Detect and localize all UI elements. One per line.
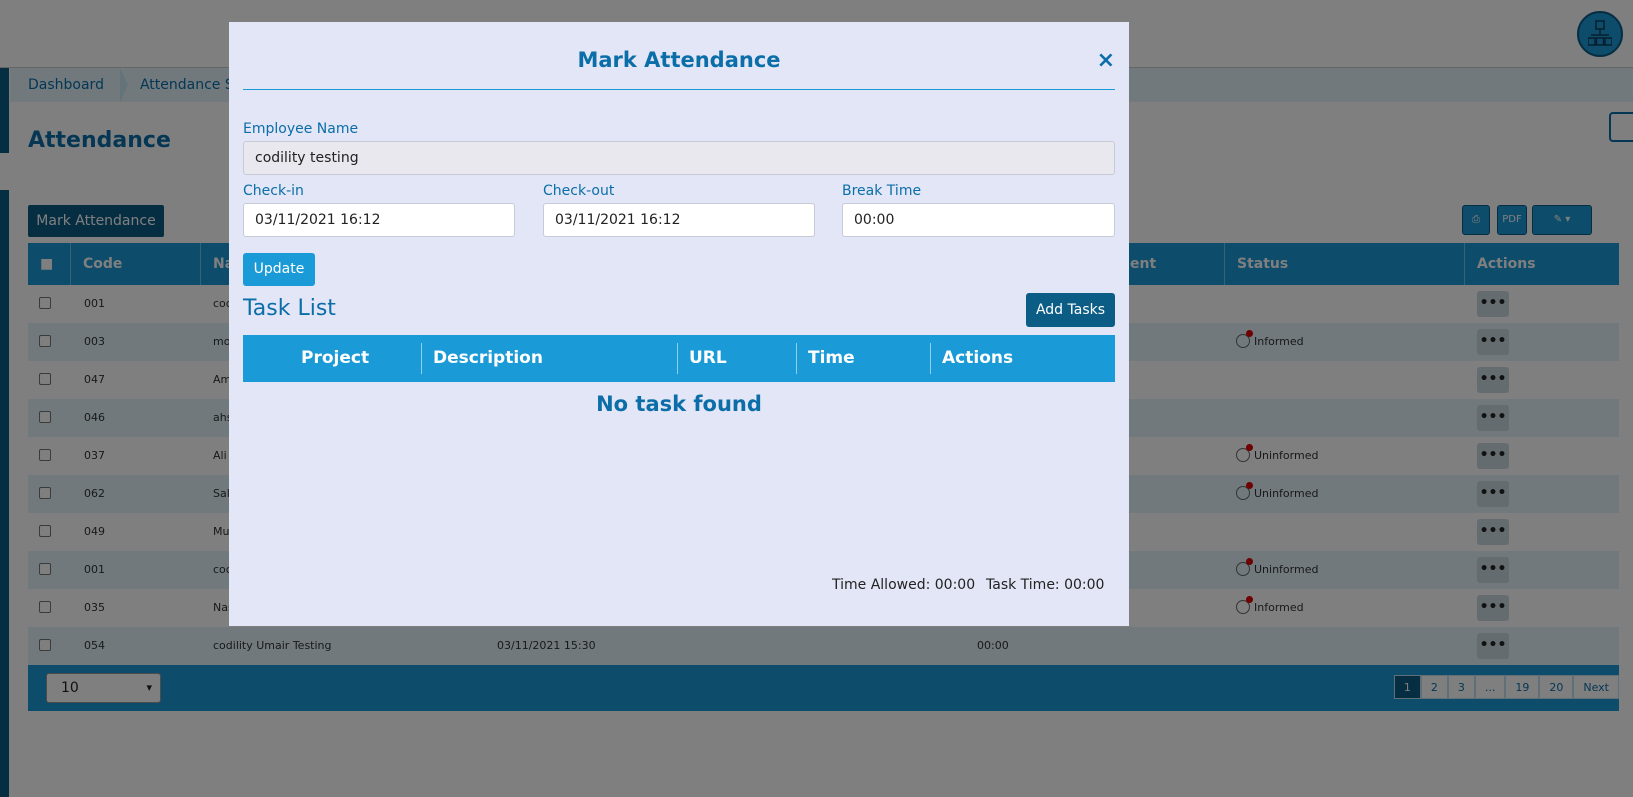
- checkout-field[interactable]: 03/11/2021 16:12: [543, 203, 815, 237]
- modal-divider: [243, 89, 1115, 90]
- task-list-title: Task List: [243, 296, 336, 321]
- checkout-label: Check-out: [543, 183, 615, 199]
- no-task-message: No task found: [596, 392, 762, 416]
- checkin-label: Check-in: [243, 183, 304, 199]
- modal-title: Mark Attendance: [577, 48, 781, 72]
- checkin-field[interactable]: 03/11/2021 16:12: [243, 203, 515, 237]
- task-column-time: Time: [808, 348, 855, 368]
- task-time: Task Time: 00:00: [986, 577, 1105, 593]
- task-column-project: Project: [301, 348, 370, 368]
- close-icon[interactable]: ×: [1097, 48, 1115, 73]
- task-column-description: Description: [433, 348, 543, 368]
- task-column-url: URL: [689, 348, 727, 368]
- task-column-actions: Actions: [942, 348, 1014, 368]
- update-button[interactable]: Update: [243, 253, 315, 286]
- break-time-field[interactable]: 00:00: [842, 203, 1115, 237]
- mark-attendance-modal: Mark Attendance × Employee Name codility…: [229, 22, 1129, 626]
- add-tasks-button[interactable]: Add Tasks: [1026, 293, 1115, 327]
- time-allowed: Time Allowed: 00:00: [832, 577, 976, 593]
- break-time-label: Break Time: [842, 183, 922, 199]
- employee-name-field: codility testing: [243, 141, 1115, 175]
- task-table-header: Project Description URL Time Actions: [243, 335, 1115, 382]
- employee-name-label: Employee Name: [243, 121, 359, 137]
